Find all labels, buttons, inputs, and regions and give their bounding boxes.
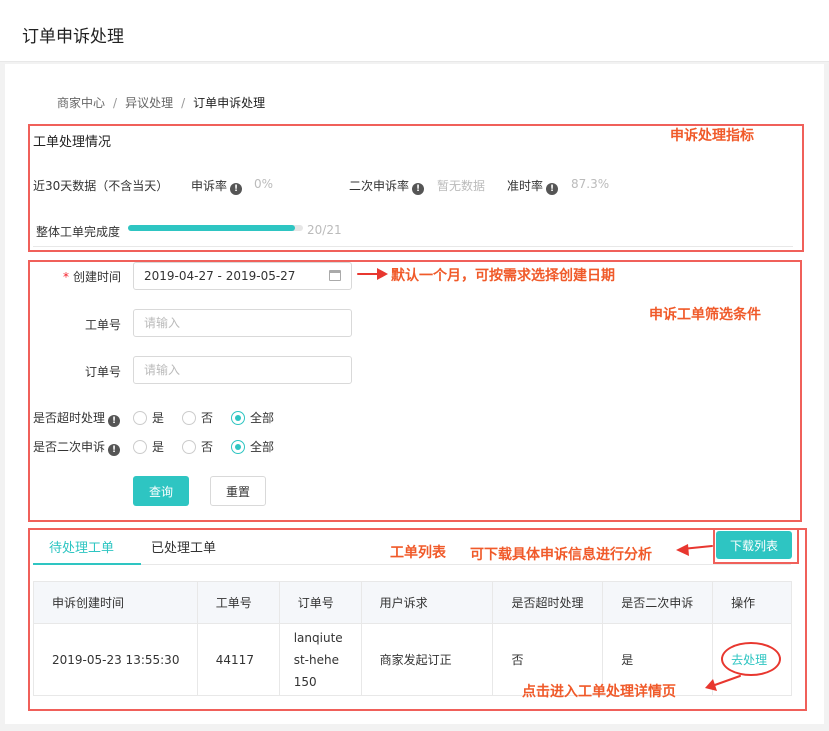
annotation-default-month: 默认一个月，可按需求选择创建日期 — [391, 268, 615, 284]
completion-progress-fill — [128, 225, 295, 231]
breadcrumb-separator: / — [113, 96, 118, 110]
info-icon[interactable]: ! — [546, 183, 559, 195]
second-option-all[interactable]: 全部 — [231, 438, 274, 455]
cell-order-no: lanqiute st-hehe 150 — [278, 623, 362, 696]
table-row: 2019-05-23 13:55:30 44117 lanqiute st-he… — [33, 623, 792, 696]
column-header: 用户诉求 — [360, 581, 494, 624]
cell-ticket-no: 44117 — [196, 623, 280, 696]
timeout-option-yes[interactable]: 是 — [133, 409, 164, 426]
appeal-rate-value: 0% — [254, 177, 274, 191]
ticket-table: 申诉创建时间 工单号 订单号 用户诉求 是否超时处理 是否二次申诉 操作 201… — [33, 581, 792, 696]
reset-button[interactable]: 重置 — [210, 476, 266, 506]
ontime-value: 87.3% — [571, 177, 610, 191]
query-button[interactable]: 查询 — [133, 476, 189, 506]
info-icon[interactable]: ! — [108, 444, 121, 456]
radio-icon — [133, 440, 147, 454]
download-list-button[interactable]: 下载列表 — [716, 531, 792, 559]
timeout-option-all[interactable]: 全部 — [231, 409, 274, 426]
order-no-input[interactable] — [133, 356, 352, 384]
breadcrumb-item-merchant-center[interactable]: 商家中心 — [57, 96, 105, 110]
breadcrumb-separator: / — [181, 96, 186, 110]
completion-progress-bar — [128, 225, 303, 231]
page-title: 订单申诉处理 — [22, 27, 124, 47]
info-icon[interactable]: ! — [108, 415, 121, 427]
second-option-no[interactable]: 否 — [182, 438, 213, 455]
column-header: 是否超时处理 — [492, 581, 604, 624]
stats-section-title: 工单处理情况 — [33, 135, 112, 150]
order-no-label: 订单号 — [84, 365, 121, 379]
timeout-filter-label: 是否超时处理! — [33, 409, 121, 427]
ontime-label: 准时率 — [507, 179, 544, 193]
stats-period-label: 近30天数据（不含当天） — [33, 179, 169, 193]
second-appeal-filter-label: 是否二次申诉! — [33, 438, 121, 456]
column-header: 申诉创建时间 — [33, 581, 198, 624]
page-header: 订单申诉处理 — [0, 0, 829, 62]
annotation-filter-conditions: 申诉工单筛选条件 — [649, 307, 761, 323]
radio-selected-icon — [231, 411, 246, 425]
column-header: 是否二次申诉 — [602, 581, 714, 624]
completion-label: 整体工单完成度 — [36, 225, 121, 239]
ticket-no-label: 工单号 — [84, 318, 121, 332]
timeout-option-no[interactable]: 否 — [182, 409, 213, 426]
completion-text: 20/21 — [307, 223, 342, 237]
breadcrumb-current: 订单申诉处理 — [193, 96, 266, 110]
second-option-yes[interactable]: 是 — [133, 438, 164, 455]
cell-created-time: 2019-05-23 13:55:30 — [33, 623, 198, 696]
radio-icon — [133, 411, 147, 425]
appeal-rate-label: 申诉率 — [191, 179, 228, 193]
cell-demand: 商家发起订正 — [360, 623, 494, 696]
second-appeal-value: 暂无数据 — [437, 179, 486, 193]
info-icon[interactable]: ! — [230, 183, 243, 195]
divider — [33, 246, 793, 247]
info-icon[interactable]: ! — [412, 183, 425, 195]
column-header: 订单号 — [278, 581, 362, 624]
table-header-row: 申诉创建时间 工单号 订单号 用户诉求 是否超时处理 是否二次申诉 操作 — [33, 581, 792, 624]
annotation-ticket-list: 工单列表 — [390, 545, 446, 561]
second-appeal-metric: 二次申诉率! — [349, 177, 425, 195]
timeout-radio-group: 是 否 全部 — [133, 409, 292, 426]
annotation-metrics: 申诉处理指标 — [670, 128, 754, 144]
annotation-download-hint: 可下载具体申诉信息进行分析 — [470, 547, 652, 563]
breadcrumb-item-dispute[interactable]: 异议处理 — [125, 96, 173, 110]
annotation-detail-hint: 点击进入工单处理详情页 — [522, 684, 676, 700]
column-header: 操作 — [712, 581, 792, 624]
action-highlight-ellipse — [721, 642, 781, 676]
second-appeal-radio-group: 是 否 全部 — [133, 438, 292, 455]
radio-selected-icon — [231, 440, 246, 454]
ontime-metric: 准时率! — [507, 177, 559, 195]
created-date-range-picker[interactable]: 2019-04-27 - 2019-05-27 — [133, 262, 352, 290]
tab-processed[interactable]: 已处理工单 — [151, 537, 216, 556]
calendar-icon — [329, 270, 341, 281]
tabs-divider — [33, 564, 791, 565]
column-header: 工单号 — [196, 581, 280, 624]
tab-pending[interactable]: 待处理工单 — [49, 537, 114, 556]
appeal-rate-metric: 申诉率! — [191, 177, 243, 195]
breadcrumb: 商家中心 / 异议处理 / 订单申诉处理 — [57, 94, 265, 111]
active-tab-indicator — [33, 563, 141, 565]
ticket-no-input[interactable] — [133, 309, 352, 337]
radio-icon — [182, 411, 197, 425]
created-time-label: * 创建时间 — [62, 270, 121, 284]
radio-icon — [182, 440, 197, 454]
second-appeal-label: 二次申诉率 — [349, 179, 410, 193]
